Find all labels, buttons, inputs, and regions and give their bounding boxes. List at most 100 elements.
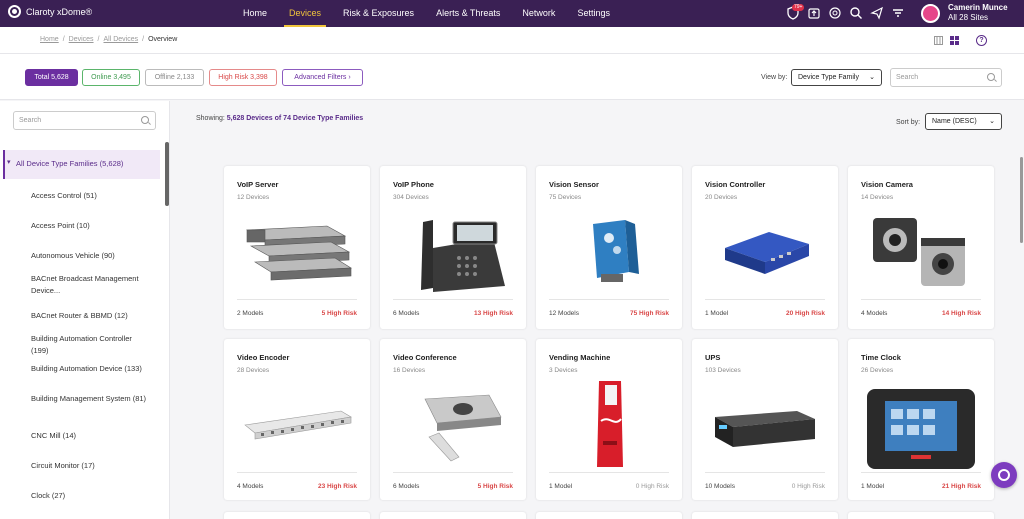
nav-tab-risk-exposures[interactable]: Risk & Exposures bbox=[332, 0, 425, 27]
card-title: VoIP Phone bbox=[393, 180, 434, 189]
card-title: Vision Controller bbox=[705, 180, 766, 189]
nav-tab-home[interactable]: Home bbox=[232, 0, 278, 27]
sidebar-item[interactable]: Access Point (10) bbox=[31, 220, 151, 232]
sidebar-item[interactable]: BACnet Broadcast Management Device... bbox=[31, 273, 151, 297]
device-card[interactable] bbox=[224, 512, 370, 519]
sidebar-item[interactable]: Building Automation Device (133) bbox=[31, 363, 151, 375]
filter-chip-high-risk[interactable]: High Risk 3,398 bbox=[209, 69, 277, 86]
search-icon[interactable] bbox=[849, 6, 863, 20]
nav-tab-settings[interactable]: Settings bbox=[566, 0, 621, 27]
nav-tab-alerts-threats[interactable]: Alerts & Threats bbox=[425, 0, 511, 27]
breadcrumb-current: Overview bbox=[148, 36, 178, 43]
voip-phone-image bbox=[421, 220, 505, 292]
card-high-risk: 75 High Risk bbox=[629, 310, 669, 317]
search-icon bbox=[141, 116, 149, 124]
card-high-risk: 0 High Risk bbox=[635, 483, 669, 490]
sidebar-item[interactable]: Building Management System (81) bbox=[31, 393, 151, 405]
device-card[interactable]: UPS 103 Devices 10 Models 0 High Risk bbox=[692, 339, 838, 500]
sort-by-select[interactable]: Name (DESC) ⌄ bbox=[925, 113, 1002, 130]
send-icon[interactable] bbox=[870, 6, 884, 20]
sort-by-label: Sort by: bbox=[896, 119, 921, 126]
card-title: UPS bbox=[705, 353, 721, 362]
chevron-down-icon: ⌄ bbox=[869, 74, 875, 81]
upload-cloud-icon[interactable] bbox=[807, 6, 821, 20]
nav-tabs: Home Devices Risk & Exposures Alerts & T… bbox=[232, 0, 621, 27]
globe-icon[interactable] bbox=[828, 6, 842, 20]
breadcrumb-home[interactable]: Home bbox=[40, 36, 59, 43]
advanced-filters-button[interactable]: Advanced Filters › bbox=[282, 69, 363, 86]
advanced-filters-label: Advanced Filters bbox=[294, 74, 347, 81]
sidebar-item[interactable]: Access Control (51) bbox=[31, 190, 151, 202]
device-card[interactable]: Video Encoder 28 Devices 4 Models 23 Hig… bbox=[224, 339, 370, 500]
card-models: 1 Model bbox=[549, 483, 573, 490]
search-input[interactable]: Search bbox=[890, 68, 1002, 87]
card-device-count: 12 Devices bbox=[237, 194, 270, 201]
breadcrumb-devices[interactable]: Devices bbox=[69, 36, 94, 43]
nav-tab-devices[interactable]: Devices bbox=[278, 0, 332, 27]
filter-chip-total[interactable]: Total 5,628 bbox=[25, 69, 78, 86]
device-card[interactable] bbox=[380, 512, 526, 519]
card-models: 6 Models bbox=[393, 483, 420, 490]
voip-server-image bbox=[245, 225, 352, 281]
filter-icon[interactable] bbox=[891, 6, 905, 20]
grid-view-icon[interactable] bbox=[950, 36, 959, 45]
card-high-risk: 13 High Risk bbox=[473, 310, 513, 317]
device-card[interactable]: Vision Controller 20 Devices 1 Model 20 … bbox=[692, 166, 838, 329]
brand[interactable]: Claroty xDome® bbox=[8, 5, 92, 18]
help-icon[interactable]: ? bbox=[976, 35, 987, 46]
filter-chip-offline[interactable]: Offline 2,133 bbox=[145, 69, 204, 86]
card-high-risk: 5 High Risk bbox=[321, 310, 357, 317]
device-card[interactable]: Video Conference 16 Devices 6 Models 5 H… bbox=[380, 339, 526, 500]
sidebar-scrollbar[interactable] bbox=[165, 142, 169, 206]
sidebar-item[interactable]: Clock (27) bbox=[31, 490, 151, 502]
breadcrumb-separator: / bbox=[142, 36, 145, 43]
sidebar-item[interactable]: BACnet Router & BBMD (12) bbox=[31, 310, 151, 322]
shield-alert-icon[interactable]: 79+ bbox=[786, 4, 805, 20]
vision-sensor-image bbox=[593, 220, 639, 282]
device-card[interactable]: Vending Machine 3 Devices 1 Model 0 High… bbox=[536, 339, 682, 500]
card-high-risk: 5 High Risk bbox=[477, 483, 513, 490]
card-models: 1 Model bbox=[861, 483, 885, 490]
device-card[interactable] bbox=[536, 512, 682, 519]
user-name: Camerin Munce bbox=[948, 3, 1008, 12]
breadcrumb-separator: / bbox=[62, 36, 65, 43]
card-high-risk: 23 High Risk bbox=[317, 483, 357, 490]
filter-chip-online[interactable]: Online 3,495 bbox=[82, 69, 140, 86]
card-divider bbox=[861, 472, 981, 473]
view-by-label: View by: bbox=[761, 74, 788, 81]
device-card[interactable]: Time Clock 26 Devices 1 Model 21 High Ri… bbox=[848, 339, 994, 500]
view-by-value: Device Type Family bbox=[798, 74, 859, 81]
breadcrumb-all-devices[interactable]: All Devices bbox=[104, 36, 139, 43]
sidebar-search-input[interactable]: Search bbox=[13, 111, 156, 130]
device-card[interactable] bbox=[848, 512, 994, 519]
chevron-right-icon: › bbox=[348, 74, 351, 81]
nav-tab-network[interactable]: Network bbox=[511, 0, 566, 27]
card-title: Vision Camera bbox=[861, 180, 913, 189]
sidebar-item[interactable]: Circuit Monitor (17) bbox=[31, 460, 151, 472]
video-encoder-image bbox=[244, 410, 352, 440]
card-divider bbox=[549, 299, 669, 300]
card-high-risk: 0 High Risk bbox=[791, 483, 825, 490]
device-card[interactable]: Vision Camera 14 Devices 4 Models 14 Hig… bbox=[848, 166, 994, 329]
assistant-chat-button[interactable] bbox=[991, 462, 1017, 488]
user-menu[interactable]: Camerin Munce All 28 Sites bbox=[921, 3, 1008, 23]
device-card[interactable]: VoIP Phone 304 Devices 6 Models 13 High … bbox=[380, 166, 526, 329]
sidebar-item[interactable]: Autonomous Vehicle (90) bbox=[31, 250, 151, 262]
device-card[interactable] bbox=[692, 512, 838, 519]
list-view-icon[interactable] bbox=[934, 36, 943, 45]
device-card[interactable]: VoIP Server 12 Devices 2 Models 5 High R… bbox=[224, 166, 370, 329]
card-title: Vending Machine bbox=[549, 353, 611, 362]
card-device-count: 75 Devices bbox=[549, 194, 582, 201]
sidebar-item-label: All Device Type Families (5,628) bbox=[16, 159, 124, 168]
device-card[interactable]: Vision Sensor 75 Devices 12 Models 75 Hi… bbox=[536, 166, 682, 329]
sidebar-search-placeholder: Search bbox=[19, 117, 42, 124]
card-models: 12 Models bbox=[549, 310, 579, 317]
view-by-select[interactable]: Device Type Family ⌄ bbox=[791, 69, 882, 86]
sidebar-item[interactable]: Building Automation Controller (199) bbox=[31, 333, 151, 357]
main-scrollbar[interactable] bbox=[1020, 157, 1023, 243]
card-models: 1 Model bbox=[705, 310, 729, 317]
card-high-risk: 14 High Risk bbox=[941, 310, 981, 317]
sidebar-item-all-families[interactable]: ▾ All Device Type Families (5,628) bbox=[3, 150, 160, 179]
notification-badge: 79+ bbox=[792, 4, 805, 11]
sidebar-item[interactable]: CNC Mill (14) bbox=[31, 430, 151, 442]
